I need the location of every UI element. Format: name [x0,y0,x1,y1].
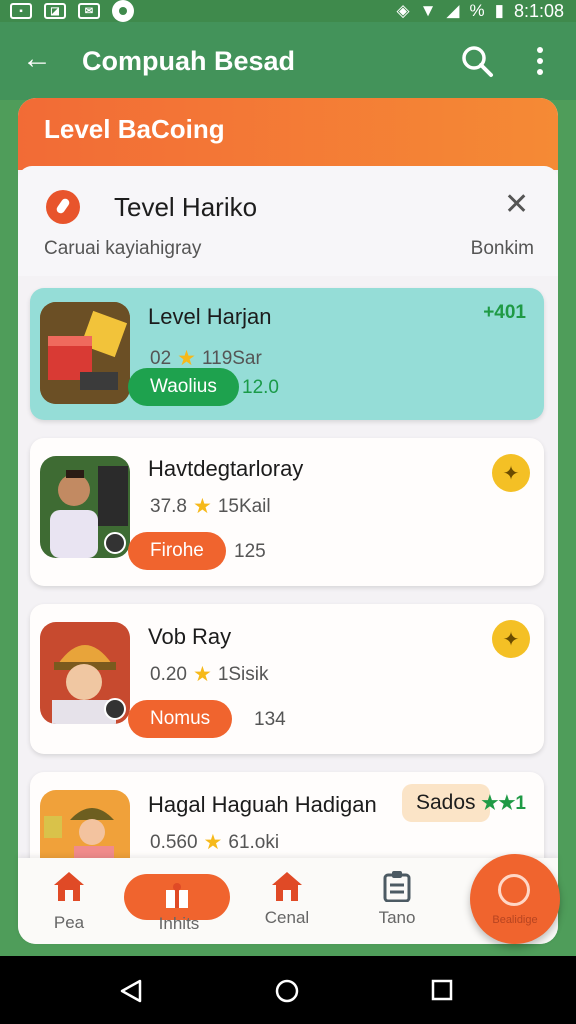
main-sheet: Level BaCoing Tevel Hariko ✕ Caruai kayi… [18,98,558,944]
coin-icon[interactable]: ✦ [492,620,530,658]
item-thumbnail [40,622,130,724]
item-score: +401 [483,302,526,323]
nav-label: Inhits [158,914,200,933]
item-action-button[interactable]: Firohe [128,532,226,570]
list-item[interactable]: Havtdegtarloray 37.8 ★ 15Kail Firohe 125… [30,438,544,586]
record-icon [112,0,134,22]
fab-label: Bealidige [492,914,538,926]
item-score: ★★1 [481,793,526,814]
subheader-caption: Caruai kayiahigray [44,238,202,259]
item-action-button[interactable]: Nomus [128,700,233,738]
battery-icon: ▮ [494,1,504,20]
camera-badge-icon [104,532,126,554]
home-icon [54,872,84,901]
item-meta-right: 1Sisik [217,663,269,685]
status-bar: ▪ ◪ ✉ ◈ ▼ ◢ % ▮ 8:1:08 [0,0,576,22]
item-title: Level Harjan [148,304,272,329]
item-action-button[interactable]: Waolius [128,368,239,406]
nav-label-inhits: Inhits [134,914,224,934]
coin-icon[interactable]: ✦ [492,454,530,492]
list-item[interactable]: Level Harjan 02 ★ 119Sar Waolius 12.0 +4… [30,288,544,420]
star-icon: ★ [203,831,223,854]
clock: 8:1:08 [513,0,564,21]
battery-label: % [469,1,485,20]
item-meta: 0.560 ★ 61.oki [150,830,279,855]
subheader-right-label[interactable]: Bonkim [471,238,534,260]
vibrate-icon: ◈ [396,1,410,20]
item-meta-right: 119Sar [201,347,262,369]
system-navigation-bar [0,956,576,1024]
back-arrow-icon[interactable]: ← [22,42,52,76]
item-meta-right: 61.oki [228,831,280,853]
status-icons-left: ▪ ◪ ✉ [10,0,134,22]
item-meta-right: 15Kail [217,495,271,517]
home-icon [272,872,302,901]
notification-icon: ▪ [10,3,32,19]
item-count: 12.0 [242,377,279,398]
star-icon: ★ [192,495,212,518]
nav-label: Pea [53,913,85,932]
clipboard-icon [383,871,411,902]
sheet-header: Level BaCoing [18,98,558,170]
wifi-icon: ▼ [419,1,437,20]
list-item[interactable]: Vob Ray 0.20 ★ 1Sisik Nomus 134 ✦ [30,604,544,754]
nav-label: Cenal [264,908,310,927]
item-title: Havtdegtarloray [148,456,304,481]
nav-item-pea[interactable]: Pea [24,870,114,933]
item-count: 125 [234,541,266,562]
item-chip[interactable]: Sados [402,784,490,822]
item-meta: 0.20 ★ 1Sisik [150,662,269,687]
item-thumbnail [40,302,130,404]
app-title: Compuah Besad [82,46,296,76]
image-notification-icon: ◪ [44,3,66,19]
signal-icon: ◢ [446,1,460,20]
item-thumbnail [40,456,130,558]
item-meta-left: 0.20 [150,663,187,685]
gift-icon [166,883,188,908]
mail-notification-icon: ✉ [78,3,100,19]
sheet-title: Level BaCoing [44,114,225,144]
status-icons-right: ◈ ▼ ◢ % ▮ 8:1:08 [396,0,564,22]
item-count: 134 [254,709,286,730]
app-bar: ← Compuah Besad [0,22,576,100]
home-circle-icon[interactable] [274,978,300,1004]
back-triangle-icon[interactable] [118,978,144,1004]
nav-label: Tano [378,908,416,927]
subheader-panel: Tevel Hariko ✕ Caruai kayiahigray Bonkim [18,166,558,276]
item-meta-left: 0.560 [150,831,198,853]
item-title: Vob Ray [148,624,232,649]
camera-badge-icon [104,698,126,720]
recents-square-icon[interactable] [430,978,454,1002]
floating-action-button[interactable]: Bealidige [470,854,560,944]
star-icon: ★ [192,663,212,686]
nav-item-tano[interactable]: Tano [352,870,442,928]
nav-item-cenal[interactable]: Cenal [242,870,332,928]
item-meta-left: 37.8 [150,495,187,517]
more-options-icon[interactable] [530,44,550,78]
item-meta-left: 02 [150,347,172,369]
close-icon[interactable]: ✕ [504,188,529,222]
item-meta: 37.8 ★ 15Kail [150,494,271,519]
location-pin-icon [46,190,80,224]
search-icon[interactable] [460,44,494,78]
subheader-name: Tevel Hariko [114,192,258,222]
clock-icon [498,874,530,906]
item-title: Hagal Haguah Hadigan [148,792,377,817]
